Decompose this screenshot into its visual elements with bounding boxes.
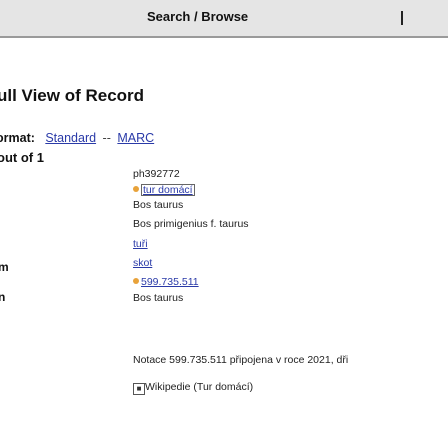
classification-link[interactable]: 599.735.511: [141, 276, 199, 288]
field-label-fragment: m: [0, 260, 9, 274]
format-separator: --: [102, 131, 111, 145]
source-row: ■ Wikipedie (Tur domácí): [133, 381, 253, 395]
record-link-row: skot: [133, 257, 152, 269]
format-standard-link[interactable]: Standard: [45, 131, 96, 145]
tag-link[interactable]: tur domácí: [141, 184, 195, 196]
record-count: out of 1: [0, 150, 44, 165]
field-label-fragment: n: [0, 290, 6, 304]
classification-row: 599.735.511: [133, 276, 199, 288]
format-switcher: ormat: Standard -- MARC: [0, 131, 154, 145]
record-id: ph392772: [133, 168, 180, 180]
tag-row: tur domácí: [133, 184, 195, 196]
notation-text: Notace 599.735.511 připojena v roce 2021…: [133, 354, 349, 366]
record-link-row: tuři: [133, 238, 148, 250]
record-line: Bos primigenius f. taurus: [133, 218, 249, 230]
format-label: ormat:: [0, 131, 35, 145]
page-title: ull View of Record: [0, 86, 145, 105]
top-bar: Search / Browse: [0, 0, 448, 38]
toolbar-divider: [401, 11, 403, 25]
record-link[interactable]: tuři: [133, 238, 148, 250]
pin-icon: [133, 186, 139, 192]
record-link[interactable]: skot: [133, 257, 152, 269]
pin-icon: [133, 278, 139, 284]
app-title: Search / Browse: [147, 9, 249, 24]
format-marc-link[interactable]: MARC: [117, 131, 154, 145]
record-line: Bos taurus: [133, 199, 184, 211]
image-icon: ■: [133, 383, 145, 395]
record-line: Bos taurus: [133, 292, 184, 304]
source-link[interactable]: Wikipedie (Tur domácí): [145, 381, 253, 393]
